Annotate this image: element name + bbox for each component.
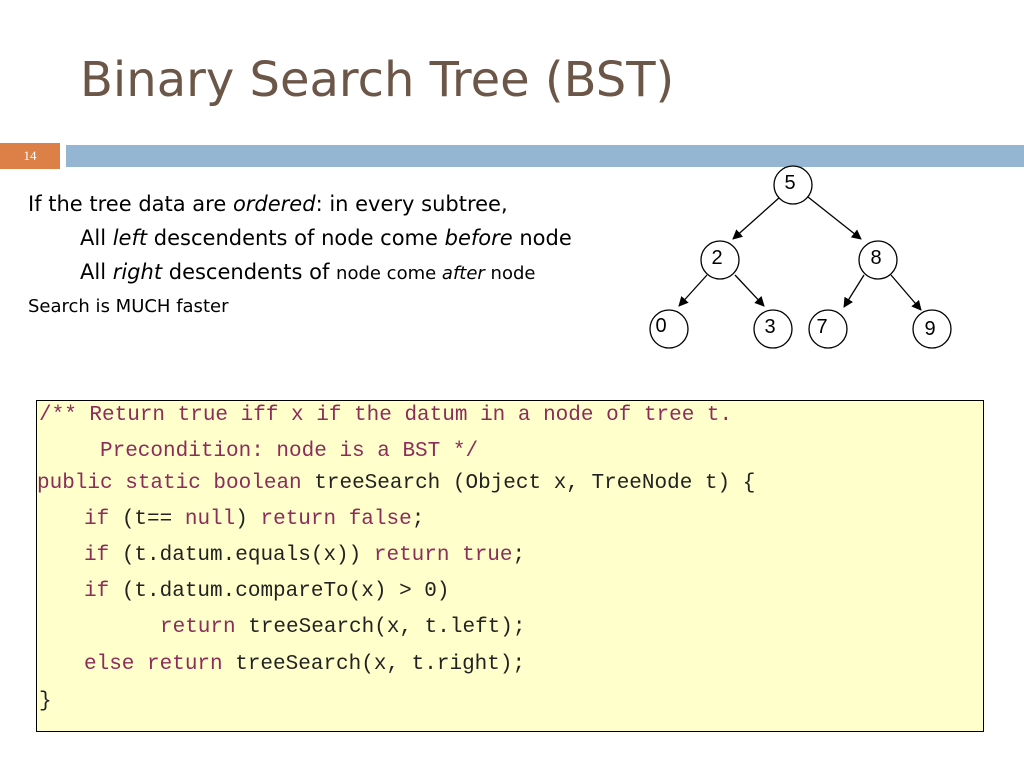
node-right-right: 9 xyxy=(912,309,952,349)
svg-text:5: 5 xyxy=(784,172,795,194)
svg-text:3: 3 xyxy=(764,316,775,338)
code-line-4: if (t== null) return false; xyxy=(84,508,425,531)
code-line-3: public static boolean treeSearch (Object… xyxy=(37,472,756,495)
code-line-7: return treeSearch(x, t.left); xyxy=(160,616,526,639)
node-left-right: 3 xyxy=(753,309,793,349)
svg-text:2: 2 xyxy=(711,247,722,269)
code-block: /** Return true iff x if the datum in a … xyxy=(36,400,984,732)
code-line-8: else return treeSearch(x, t.right); xyxy=(84,653,526,676)
edge-8-9 xyxy=(890,274,922,311)
slide-number: 14 xyxy=(0,143,60,169)
node-left: 2 xyxy=(700,240,740,280)
edge-8-7 xyxy=(843,274,865,308)
code-line-6: if (t.datum.compareTo(x) > 0) xyxy=(84,580,450,603)
code-line-5: if (t.datum.equals(x)) return true; xyxy=(84,544,526,567)
edge-5-2 xyxy=(732,196,781,240)
edge-2-3 xyxy=(734,274,765,307)
text-line-2: All left descendents of node come before… xyxy=(80,226,572,250)
text-line-3: All right descendents of node come after… xyxy=(80,260,536,284)
svg-text:7: 7 xyxy=(816,316,827,338)
svg-text:0: 0 xyxy=(655,315,666,337)
text-line-1: If the tree data are ordered: in every s… xyxy=(28,192,508,216)
code-line-1: /** Return true iff x if the datum in a … xyxy=(39,404,733,427)
text-line-4: Search is MUCH faster xyxy=(28,296,229,317)
code-line-2: Precondition: node is a BST */ xyxy=(100,440,479,463)
code-line-9: } xyxy=(39,690,52,713)
node-left-left: 0 xyxy=(649,309,689,349)
node-root: 5 xyxy=(773,165,813,205)
node-right: 8 xyxy=(858,240,898,280)
node-right-left: 7 xyxy=(808,309,848,349)
bst-diagram: 5 2 8 0 3 7 9 xyxy=(649,165,952,349)
slide-title: Binary Search Tree (BST) xyxy=(80,52,675,108)
edge-5-8 xyxy=(807,196,862,240)
svg-text:9: 9 xyxy=(924,318,935,340)
edge-2-0 xyxy=(678,274,708,307)
svg-text:8: 8 xyxy=(870,247,881,269)
